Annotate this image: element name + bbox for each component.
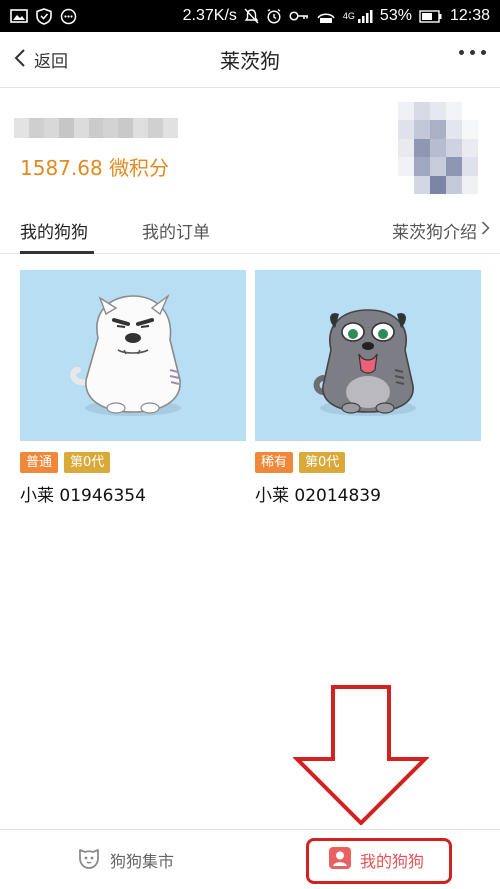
chevron-left-icon: [14, 48, 26, 72]
dog-face-icon: [76, 846, 102, 874]
bottom-tab-my-dogs[interactable]: 我的狗狗: [328, 846, 424, 874]
battery-icon: [419, 9, 443, 23]
more-dot-icon: [459, 50, 464, 55]
rarity-tag: 普通: [20, 452, 59, 473]
rarity-tag: 稀有: [255, 452, 294, 473]
more-dot-icon: [481, 50, 486, 55]
active-tab-indicator: [20, 251, 94, 254]
key-icon: [289, 10, 309, 22]
tab-bar: 我的狗狗 我的订单 莱茨狗介绍: [0, 204, 500, 254]
mute-icon: [244, 8, 259, 24]
dog-name: 小莱 02014839: [255, 486, 381, 506]
status-bar: 2.37K/s 4G 53% 12:38: [0, 0, 500, 32]
signal-icon: 4G: [343, 9, 373, 23]
alarm-icon: [266, 8, 282, 24]
bottom-tab-market[interactable]: 狗狗集市: [76, 846, 174, 874]
bottom-tab-market-label: 狗狗集市: [110, 852, 175, 871]
dog-tags: 稀有 第0代: [255, 452, 481, 473]
battery-percent: 53%: [379, 7, 412, 24]
intro-link[interactable]: 莱茨狗介绍: [392, 218, 490, 243]
network-speed: 2.37K/s: [182, 7, 237, 24]
dog-image: [255, 270, 481, 441]
clock: 12:38: [449, 7, 490, 24]
white-dog-illustration: [70, 293, 181, 416]
bottom-tab-bar: 狗狗集市 我的狗狗: [0, 829, 500, 889]
chevron-right-icon: [481, 220, 490, 241]
hd-call-icon: [316, 9, 336, 24]
blurred-avatar[interactable]: [398, 102, 478, 194]
page-title: 莱茨狗: [220, 49, 280, 73]
back-button[interactable]: 返回: [14, 47, 68, 72]
image-notification-icon: [10, 9, 28, 23]
more-notifications-icon: [60, 8, 77, 25]
more-dot-icon: [470, 50, 475, 55]
dog-tags: 普通 第0代: [20, 452, 246, 473]
dog-name: 小莱 01946354: [20, 486, 146, 506]
bottom-tab-my-dogs-label: 我的狗狗: [360, 852, 425, 871]
dog-card[interactable]: 稀有 第0代 小莱 02014839: [255, 270, 481, 506]
more-menu-button[interactable]: [459, 50, 486, 55]
tab-my-orders[interactable]: 我的订单: [142, 218, 210, 243]
tab-my-dogs[interactable]: 我的狗狗: [20, 218, 88, 243]
intro-link-label: 莱茨狗介绍: [392, 223, 477, 243]
network-type: 4G: [342, 11, 355, 21]
gray-dog-illustration: [313, 309, 416, 416]
generation-tag: 第0代: [299, 452, 346, 473]
generation-tag: 第0代: [64, 452, 111, 473]
points-balance: 1587.68 微积分: [20, 156, 170, 180]
account-summary: 1587.68 微积分: [0, 88, 500, 204]
annotation-arrow: [292, 685, 430, 826]
dog-image: [20, 270, 246, 441]
blurred-username: [14, 118, 178, 138]
shield-icon: [36, 7, 52, 25]
nav-bar: 返回 莱茨狗: [0, 32, 500, 88]
back-label: 返回: [34, 52, 68, 72]
dog-card[interactable]: 普通 第0代 小莱 01946354: [20, 270, 246, 506]
user-profile-icon: [328, 846, 352, 874]
